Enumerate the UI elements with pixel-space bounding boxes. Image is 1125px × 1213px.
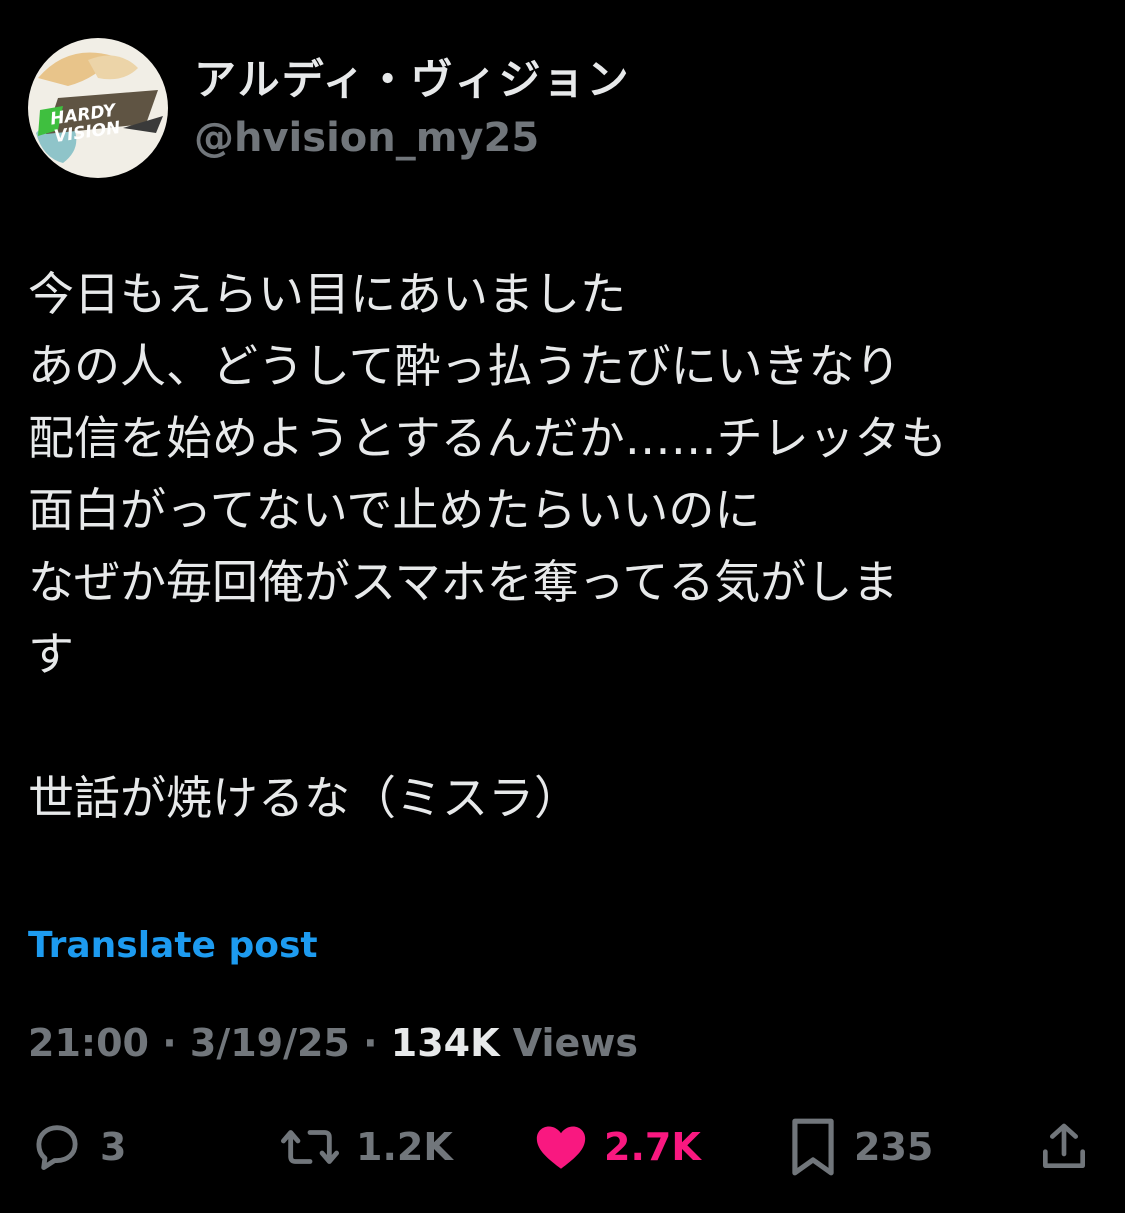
post-text-line: 配信を始めようとするんだか……チレッタも	[28, 411, 947, 465]
display-name[interactable]: アルディ・ヴィジョン	[194, 52, 631, 108]
repost-count: 1.2K	[356, 1125, 453, 1169]
author-names: アルディ・ヴィジョン @hvision_my25	[194, 52, 631, 164]
bookmark-icon	[786, 1116, 840, 1178]
post-text: 今日もえらい目にあいました あの人、どうして酔っ払うたびにいきなり 配信を始めよ…	[28, 258, 1103, 834]
reply-count: 3	[100, 1125, 127, 1169]
post-text-line: なぜか毎回俺がスマホを奪ってる気がしま	[28, 555, 899, 609]
avatar-logo-image: HARDY VISION	[28, 38, 168, 178]
repost-button[interactable]: 1.2K	[278, 1112, 453, 1182]
heart-icon	[532, 1118, 590, 1176]
post-text-line: 面白がってないで止めたらいいのに	[28, 483, 761, 537]
post-meta: 21:00 · 3/19/25 · 134K Views	[28, 1016, 638, 1070]
post-header: HARDY VISION アルディ・ヴィジョン @hvision_my25	[28, 38, 631, 178]
meta-separator: ·	[349, 1021, 391, 1065]
user-handle[interactable]: @hvision_my25	[194, 112, 631, 164]
share-icon	[1036, 1117, 1092, 1177]
post-text-line: 世話が焼けるな（ミスラ）	[28, 771, 580, 825]
post-date[interactable]: 3/19/25	[190, 1021, 350, 1065]
like-count: 2.7K	[604, 1125, 701, 1169]
like-button[interactable]: 2.7K	[532, 1112, 701, 1182]
bookmark-button[interactable]: 235	[786, 1112, 933, 1182]
views-label: Views	[499, 1021, 639, 1065]
reply-icon	[28, 1118, 86, 1176]
reply-button[interactable]: 3	[28, 1112, 126, 1182]
meta-separator: ·	[148, 1021, 190, 1065]
repost-icon	[278, 1118, 342, 1176]
translate-post-link[interactable]: Translate post	[28, 920, 318, 972]
post-text-line: す	[28, 627, 74, 681]
views-count: 134K	[390, 1021, 500, 1065]
post-text-line: あの人、どうして酔っ払うたびにいきなり	[28, 339, 901, 393]
share-button[interactable]	[1036, 1112, 1092, 1182]
post-time[interactable]: 21:00	[28, 1021, 149, 1065]
bookmark-count: 235	[854, 1125, 934, 1169]
action-bar: 3 1.2K 2.7K 235	[0, 1112, 1125, 1182]
post-text-blank-line	[28, 690, 1103, 762]
avatar[interactable]: HARDY VISION	[28, 38, 168, 178]
post-text-line: 今日もえらい目にあいました	[28, 267, 626, 321]
